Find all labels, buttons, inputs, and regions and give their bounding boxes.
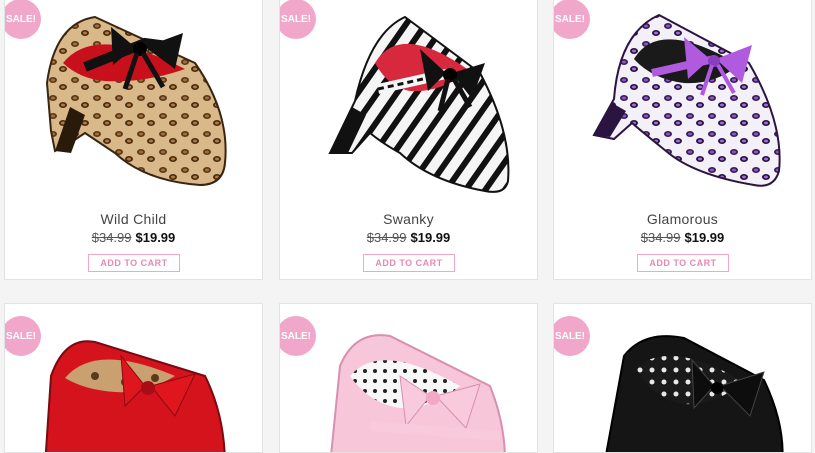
add-to-cart-button[interactable]: ADD TO CART <box>88 254 180 272</box>
product-grid: SALE! Wild Child $34.99 $19.99 ADD TO CA… <box>0 0 815 453</box>
product-price: $34.99 $19.99 <box>280 230 537 245</box>
black-shoe-image[interactable] <box>574 316 794 453</box>
product-card-black[interactable]: SALE! <box>553 303 812 453</box>
add-to-cart-button[interactable]: ADD TO CART <box>363 254 455 272</box>
original-price: $34.99 <box>366 230 407 245</box>
purple-leopard-shoe-image[interactable] <box>574 3 794 199</box>
pink-polka-shoe-image[interactable] <box>300 316 520 453</box>
sale-price: $19.99 <box>410 230 451 245</box>
zebra-shoe-image[interactable] <box>300 3 520 199</box>
leopard-shoe-image[interactable] <box>25 3 245 199</box>
product-card-wild-child[interactable]: SALE! Wild Child $34.99 $19.99 ADD TO CA… <box>4 0 263 280</box>
product-card-red[interactable]: SALE! <box>4 303 263 453</box>
original-price: $34.99 <box>91 230 132 245</box>
add-to-cart-button[interactable]: ADD TO CART <box>637 254 729 272</box>
original-price: $34.99 <box>640 230 681 245</box>
product-price: $34.99 $19.99 <box>554 230 811 245</box>
sale-price: $19.99 <box>684 230 725 245</box>
product-price: $34.99 $19.99 <box>5 230 262 245</box>
product-name[interactable]: Wild Child <box>5 211 262 227</box>
product-name[interactable]: Glamorous <box>554 211 811 227</box>
red-shoe-image[interactable] <box>25 316 245 453</box>
product-card-swanky[interactable]: SALE! Swanky $34.99 $19.99 ADD TO CART <box>279 0 538 280</box>
sale-price: $19.99 <box>135 230 176 245</box>
product-card-pink[interactable]: SALE! <box>279 303 538 453</box>
product-name[interactable]: Swanky <box>280 211 537 227</box>
product-card-glamorous[interactable]: SALE! Glamorous $34.99 $19.99 ADD TO CAR… <box>553 0 812 280</box>
